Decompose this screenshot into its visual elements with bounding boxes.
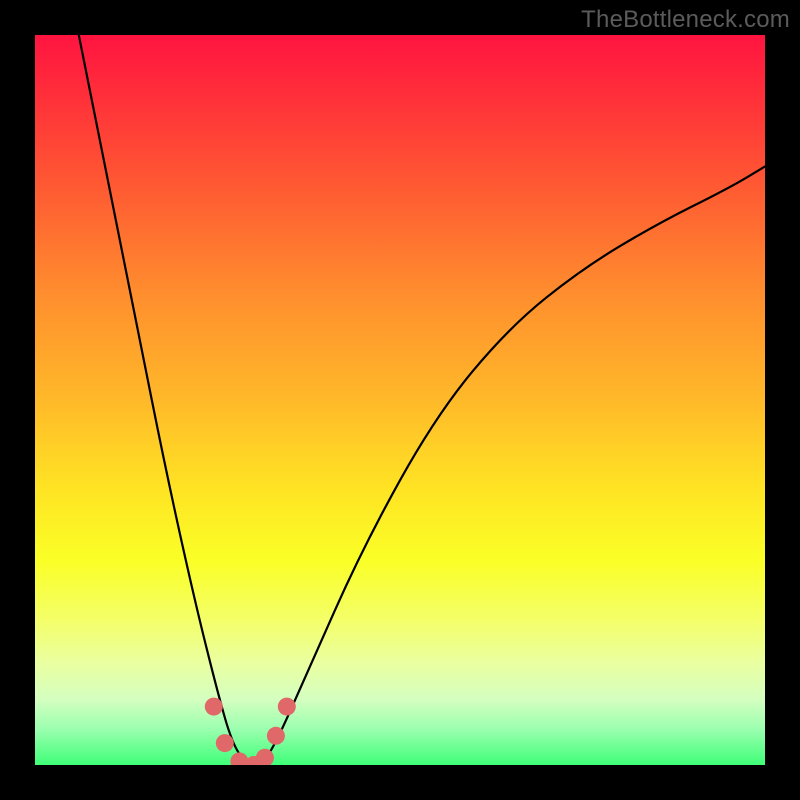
- curve-marker: [267, 727, 285, 745]
- watermark-text: TheBottleneck.com: [581, 6, 790, 34]
- plot-area: [35, 35, 765, 765]
- curve-marker: [205, 698, 223, 716]
- marker-group: [205, 698, 296, 765]
- curve-marker: [216, 734, 234, 752]
- bottleneck-curve: [35, 35, 765, 765]
- chart-frame: TheBottleneck.com: [0, 0, 800, 800]
- curve-marker: [278, 698, 296, 716]
- curve-path: [79, 35, 765, 765]
